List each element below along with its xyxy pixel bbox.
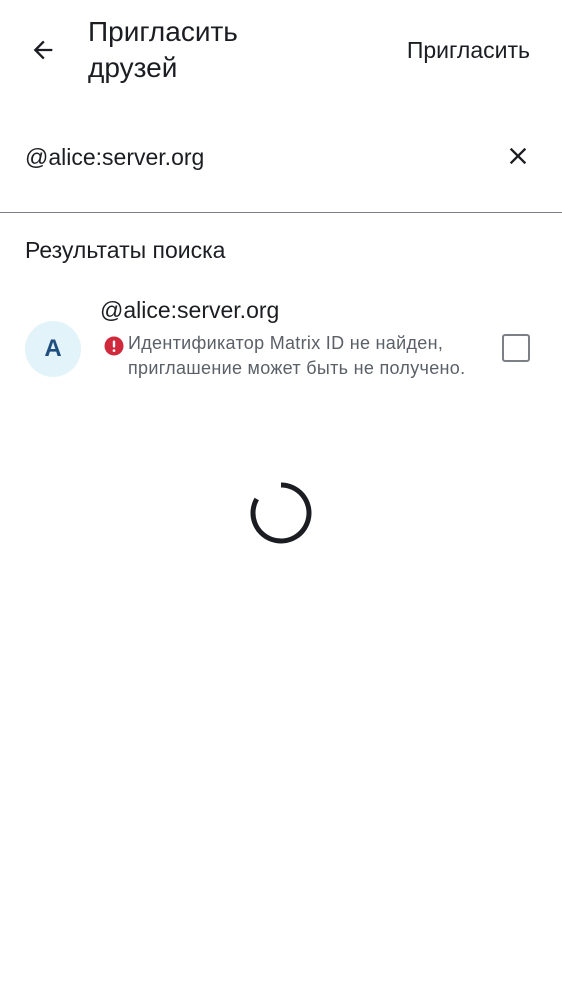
search-input[interactable]: [25, 140, 475, 174]
search-results-header: Результаты поиска: [25, 237, 226, 263]
top-app-bar: Пригласить друзей Пригласить: [0, 0, 562, 100]
search-bar: [0, 118, 562, 213]
avatar: A: [25, 321, 81, 377]
select-checkbox[interactable]: [502, 334, 530, 362]
close-icon: [509, 147, 527, 165]
arrow-left-icon: [33, 40, 53, 60]
back-button[interactable]: [22, 29, 64, 71]
result-user-id: @alice:server.org: [100, 297, 280, 323]
result-warning-text: Идентификатор Matrix ID не найден, пригл…: [128, 333, 466, 378]
search-result-item[interactable]: A @alice:server.org Идентификатор Matrix…: [0, 290, 562, 412]
loading-spinner-icon: [250, 482, 312, 544]
invite-button[interactable]: Пригласить: [407, 36, 530, 64]
clear-search-button[interactable]: [500, 138, 536, 174]
page-title: Пригласить друзей: [88, 16, 238, 83]
error-icon: [104, 336, 124, 356]
